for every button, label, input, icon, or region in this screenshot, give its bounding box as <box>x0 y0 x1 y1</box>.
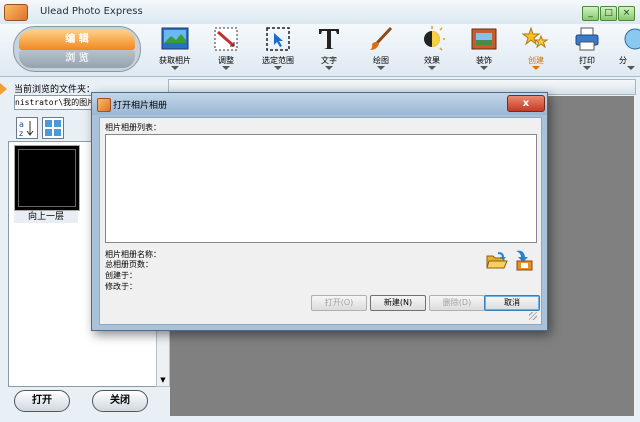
effects-icon <box>424 26 445 51</box>
tool-print[interactable]: 打印 <box>565 26 609 74</box>
tool-text[interactable]: 文字 <box>307 26 351 74</box>
share-icon <box>624 28 640 50</box>
thumbnail-up-folder[interactable] <box>14 145 80 211</box>
dialog-delete-button[interactable]: 删除(D) <box>429 295 485 311</box>
close-button[interactable]: 关闭 <box>92 390 148 412</box>
dialog-new-button[interactable]: 新建(N) <box>370 295 426 311</box>
dialog-title-bar: 打开相片相册 x <box>92 93 547 115</box>
svg-text:z: z <box>19 129 23 138</box>
title-bar: Ulead Photo Express _ □ × <box>0 0 640 25</box>
sort-button[interactable]: az <box>16 117 38 139</box>
svg-text:a: a <box>19 120 24 129</box>
tool-adjust[interactable]: 调整 <box>204 26 248 74</box>
print-icon <box>575 27 599 51</box>
create-icon <box>522 26 549 49</box>
paint-brush-icon <box>370 26 393 50</box>
thumbnail-view-button[interactable] <box>42 117 64 139</box>
app-title: Ulead Photo Express <box>40 6 143 17</box>
mode-edit-button[interactable]: 编 辑 <box>19 30 135 50</box>
tool-share[interactable]: 分 <box>613 26 640 74</box>
adjust-icon <box>214 27 238 51</box>
decorate-icon <box>471 28 497 50</box>
current-folder-label: 当前浏览的文件夹： <box>14 85 96 95</box>
open-album-dialog: 打开相片相册 x 相片相册列表： 相片相册名称： 总相册页数： 创建于： 修改于… <box>91 92 548 331</box>
tool-select-range[interactable]: 选定范围 <box>256 26 300 74</box>
maximize-button[interactable]: □ <box>600 6 617 21</box>
dialog-app-icon <box>97 98 111 112</box>
sort-az-icon: az <box>19 120 34 138</box>
created-label: 创建于： <box>105 271 137 280</box>
open-folder-icon[interactable] <box>486 251 508 271</box>
album-list[interactable] <box>105 134 537 243</box>
app-logo-icon <box>4 4 28 21</box>
minimize-button[interactable]: _ <box>582 6 599 21</box>
main-toolbar: 编 辑 浏 览 获取相片 调整 选定范围 文字 绘图 效果 装饰 创建 打印 分 <box>0 24 640 77</box>
modified-label: 修改于： <box>105 282 137 291</box>
mode-browse-button[interactable]: 浏 览 <box>19 50 135 68</box>
tool-effects[interactable]: 效果 <box>410 26 454 74</box>
scroll-down-icon[interactable]: ▼ <box>158 375 168 385</box>
dialog-open-button[interactable]: 打开(O) <box>311 295 367 311</box>
dialog-title: 打开相片相册 <box>113 101 168 111</box>
thumbnail-label: 向上一层 <box>14 211 78 223</box>
album-list-label: 相片相册列表： <box>105 123 161 132</box>
mode-switch: 编 辑 浏 览 <box>13 26 141 72</box>
tool-paint[interactable]: 绘图 <box>359 26 403 74</box>
close-app-button[interactable]: × <box>618 6 635 21</box>
dialog-close-button[interactable]: x <box>507 95 545 112</box>
tool-create[interactable]: 创建 <box>514 26 558 74</box>
thumbnail-image <box>18 149 76 207</box>
tool-get-photo[interactable]: 获取相片 <box>153 26 197 74</box>
text-icon <box>319 29 339 49</box>
resize-grip[interactable] <box>529 312 537 320</box>
panel-arrow-icon[interactable] <box>0 83 7 95</box>
total-pages-label: 总相册页数： <box>105 260 153 269</box>
app-window: Ulead Photo Express _ □ × 编 辑 浏 览 获取相片 调… <box>0 0 640 422</box>
open-button[interactable]: 打开 <box>14 390 70 412</box>
grid-icon <box>45 120 61 136</box>
get-photo-icon <box>161 27 189 50</box>
dialog-cancel-button[interactable]: 取消 <box>484 295 540 311</box>
browse-save-icon[interactable] <box>512 249 534 271</box>
tool-decorate[interactable]: 装饰 <box>462 26 506 74</box>
dialog-body: 相片相册列表： 相片相册名称： 总相册页数： 创建于： 修改于： 打开(O) 新… <box>99 117 542 325</box>
select-range-icon <box>266 27 290 51</box>
